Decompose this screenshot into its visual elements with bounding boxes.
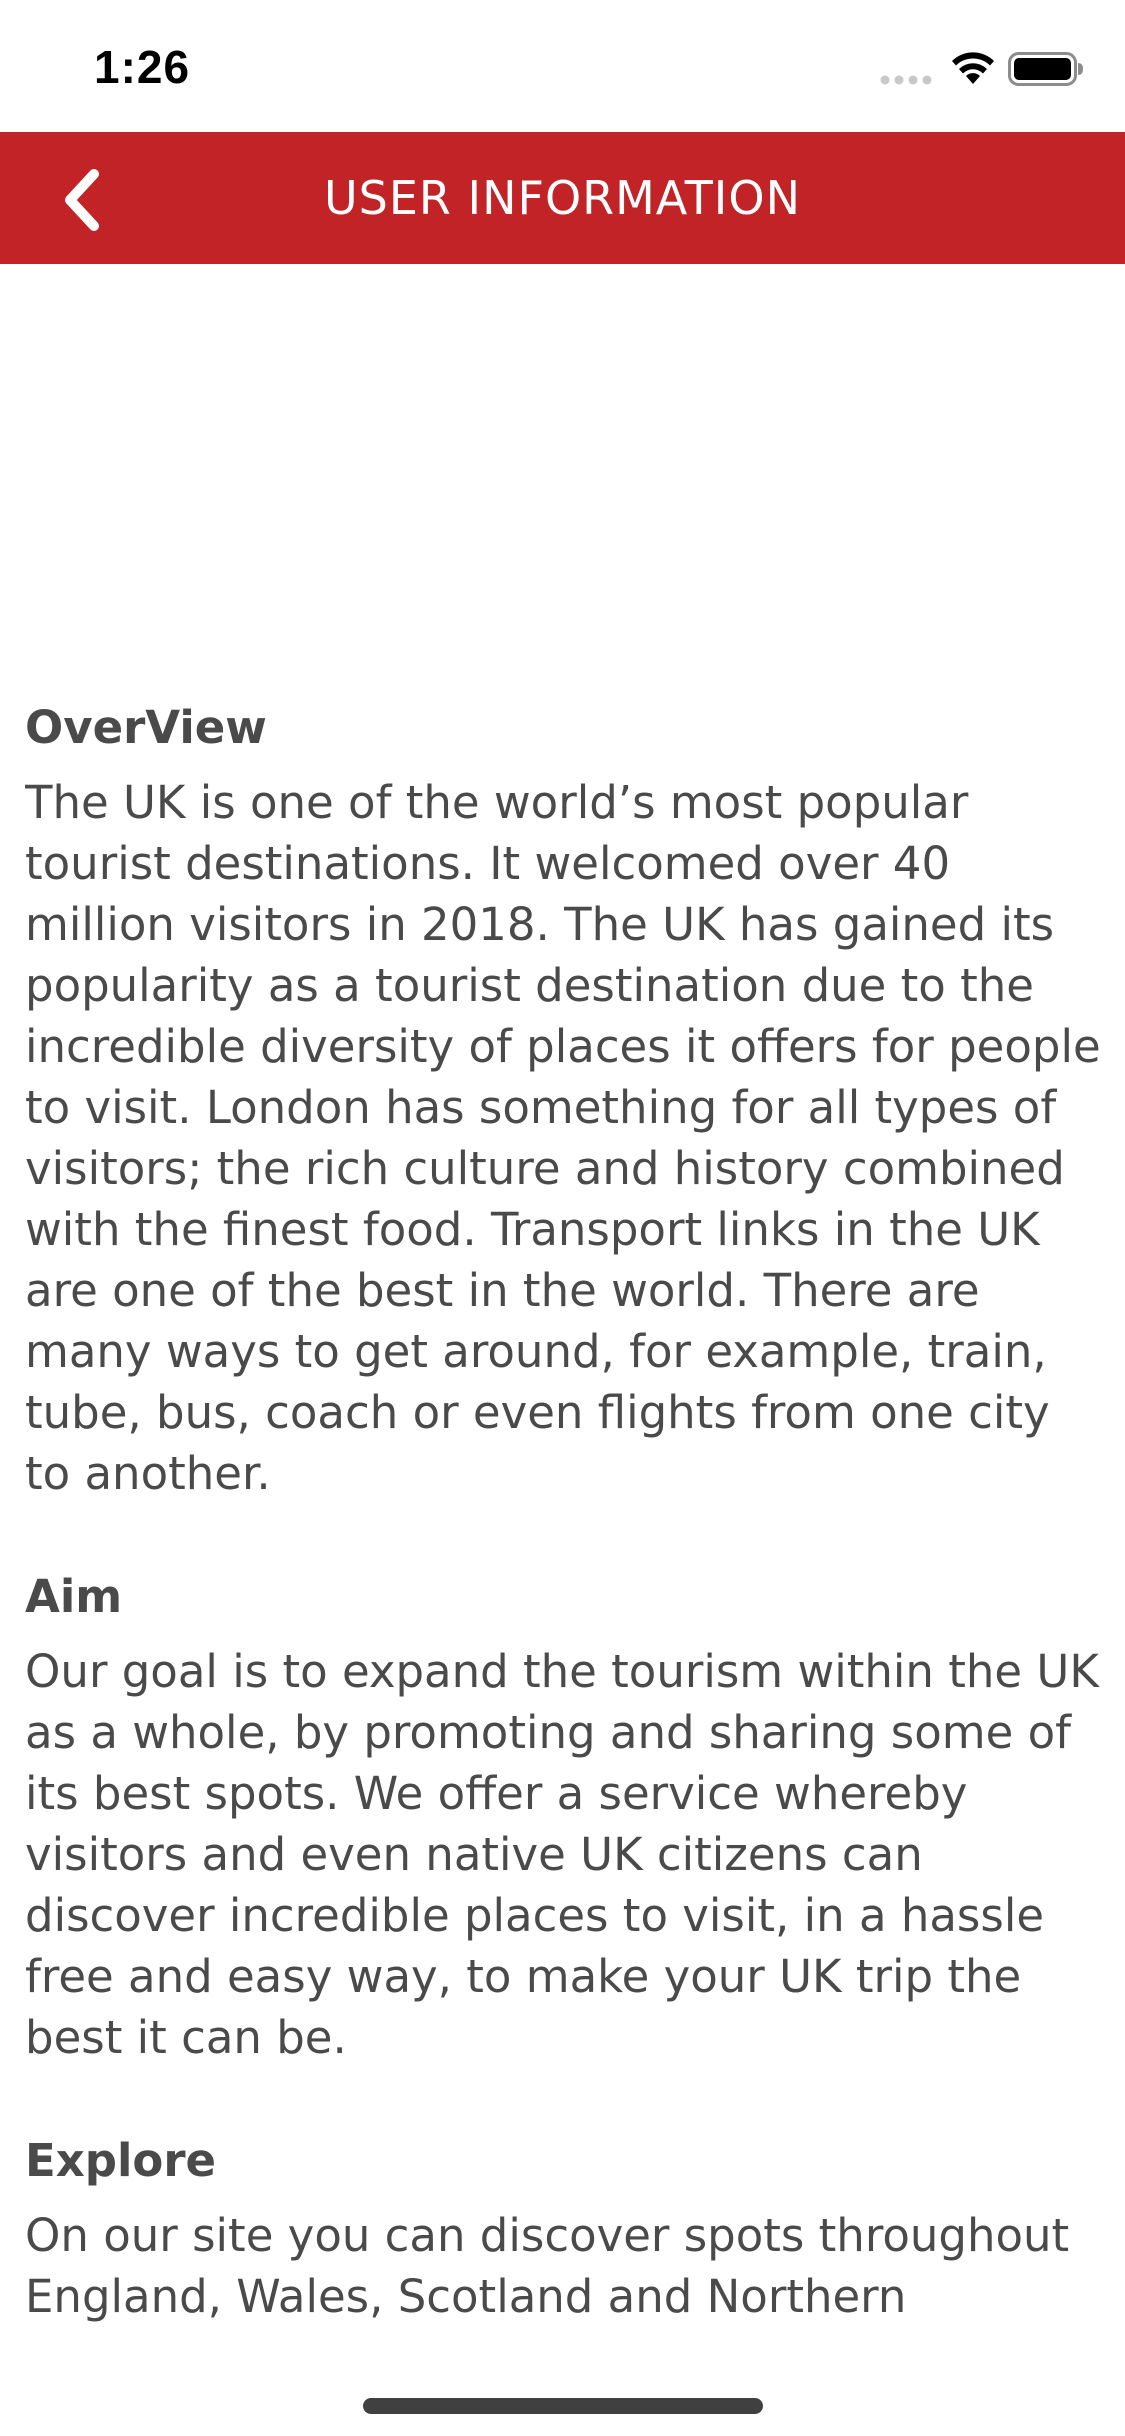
section-heading: Aim xyxy=(25,1570,123,1623)
section-body: Our goal is to expand the tourism within… xyxy=(25,1645,1099,2064)
section-heading: OverView xyxy=(25,701,267,754)
status-bar: 1:26 xyxy=(0,0,1125,132)
back-button[interactable] xyxy=(50,158,130,238)
wifi-icon xyxy=(952,52,994,84)
section-body: The UK is one of the world’s most popula… xyxy=(25,776,1101,1500)
page-title: USER INFORMATION xyxy=(324,171,801,225)
section-overview: OverView The UK is one of the world’s mo… xyxy=(25,690,1105,1504)
info-content: OverView The UK is one of the world’s mo… xyxy=(25,690,1105,2335)
cellular-signal-icon xyxy=(880,75,932,85)
chevron-left-icon xyxy=(65,169,99,231)
status-time: 1:26 xyxy=(94,41,191,93)
battery-icon xyxy=(1008,52,1083,86)
section-explore: Explore On our site you can discover spo… xyxy=(25,2123,1105,2327)
section-heading: Explore xyxy=(25,2134,217,2187)
home-indicator[interactable] xyxy=(363,2398,763,2414)
section-body: On our site you can discover spots throu… xyxy=(25,2209,1070,2323)
header-bar: USER INFORMATION xyxy=(0,132,1125,264)
section-aim: Aim Our goal is to expand the tourism wi… xyxy=(25,1559,1105,2068)
